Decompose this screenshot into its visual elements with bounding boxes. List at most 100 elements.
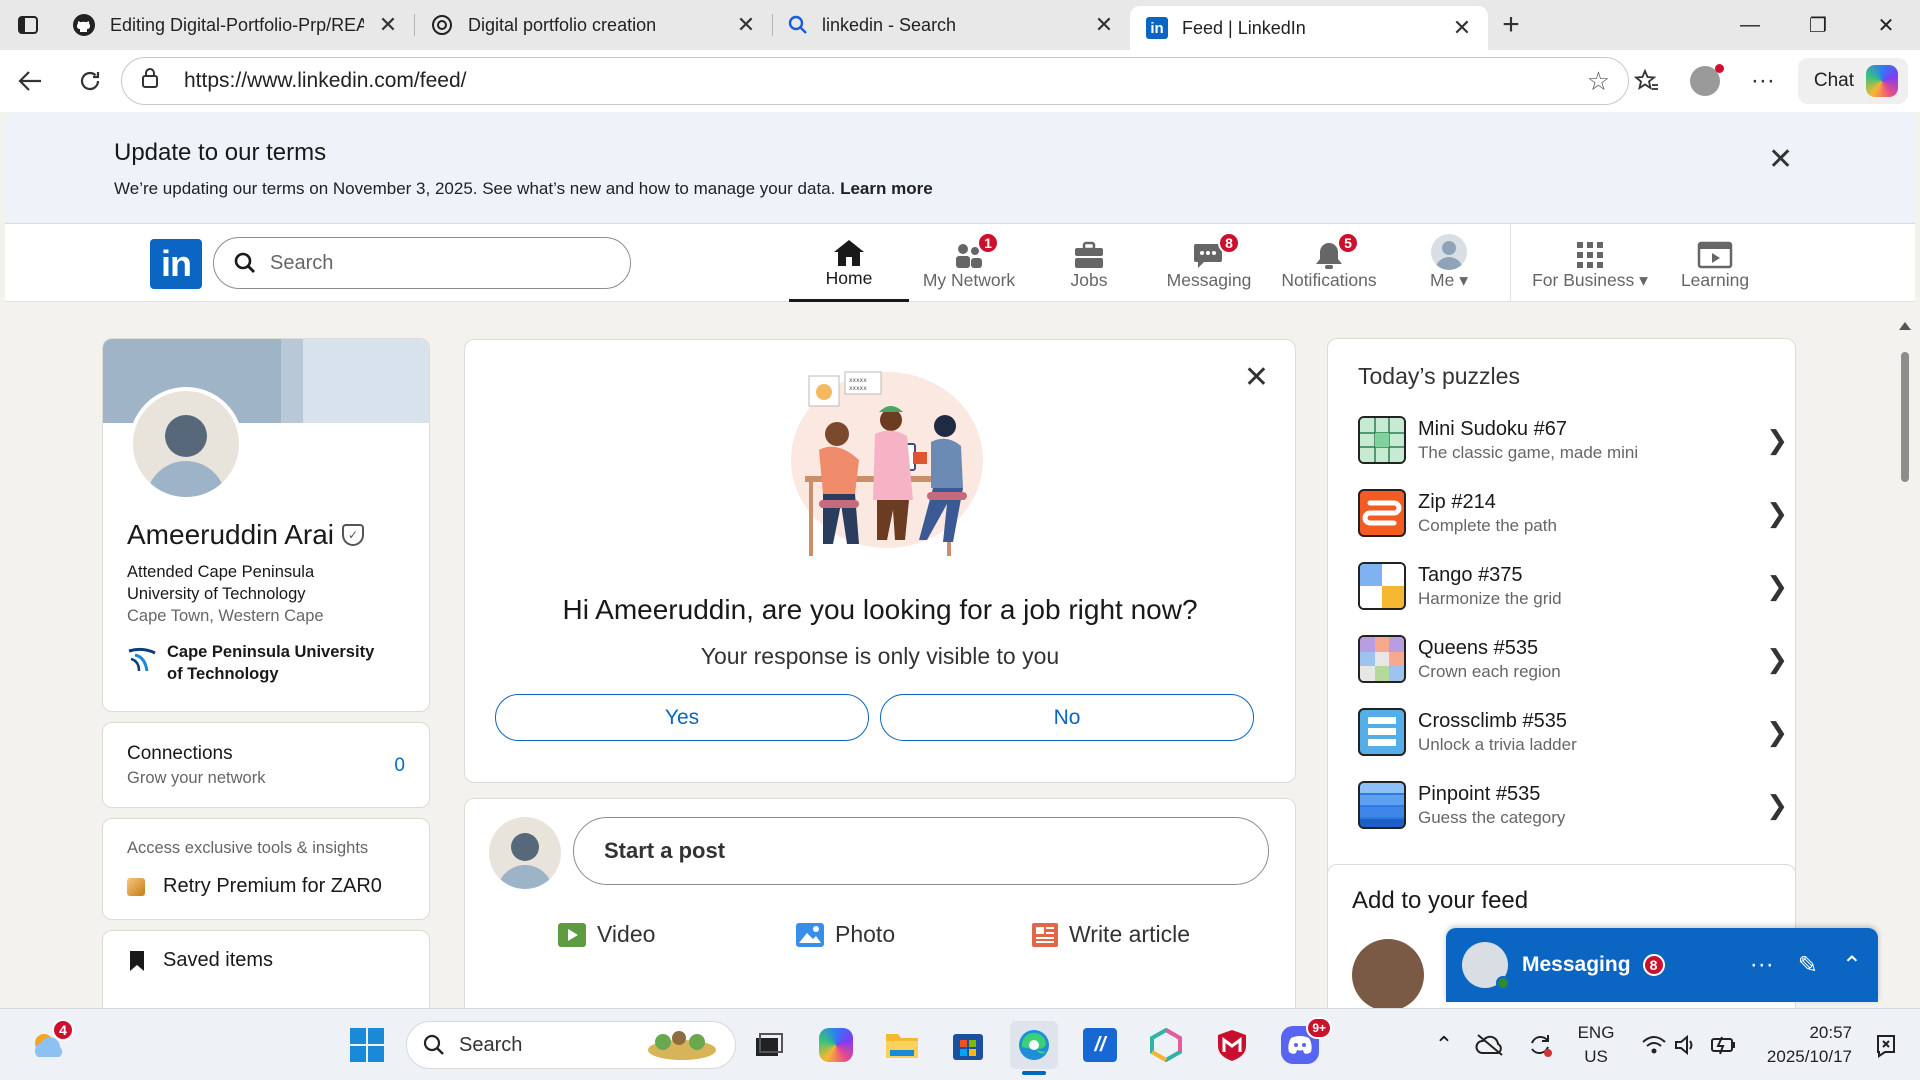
tab-actions-icon[interactable]: [0, 0, 56, 50]
puzzle-item-mini-sudoku[interactable]: Mini Sudoku #67 The classic game, made m…: [1358, 415, 1788, 465]
write-article-button[interactable]: Write article: [1031, 921, 1190, 948]
puzzle-item-queens[interactable]: Queens #535 Crown each region ❯: [1358, 634, 1788, 684]
language-indicator[interactable]: ENG US: [1576, 1021, 1616, 1069]
discord-icon[interactable]: 9+: [1276, 1017, 1332, 1069]
windows-start-icon[interactable]: [343, 1021, 391, 1069]
tab-close-icon[interactable]: ✕: [1094, 12, 1114, 38]
puzzle-item-zip[interactable]: Zip #214 Complete the path ❯: [1358, 488, 1788, 538]
tab-search[interactable]: linkedin - Search ✕: [772, 0, 1130, 50]
lock-icon[interactable]: [140, 67, 166, 95]
favorites-icon[interactable]: [1624, 58, 1670, 104]
file-explorer-icon[interactable]: [878, 1021, 926, 1069]
microsoft-store-icon[interactable]: [944, 1021, 992, 1069]
puzzle-item-pinpoint[interactable]: Pinpoint #535 Guess the category ❯: [1358, 780, 1788, 830]
tab-github[interactable]: Editing Digital-Portfolio-Prp/READ ✕: [56, 0, 414, 50]
organization-name: Cape Peninsula University of Technology: [167, 643, 375, 683]
close-window-icon[interactable]: ✕: [1852, 0, 1920, 50]
nav-jobs[interactable]: Jobs: [1029, 224, 1149, 302]
profile-icon[interactable]: [1682, 58, 1728, 104]
active-app-indicator: [1022, 1071, 1046, 1075]
scrollbar-thumb[interactable]: [1901, 352, 1909, 482]
profile-name-row[interactable]: Ameeruddin Arai ✓: [127, 519, 365, 551]
profile-organization[interactable]: Cape Peninsula University of Technology: [127, 641, 387, 685]
sync-icon[interactable]: [1516, 1021, 1564, 1069]
premium-subtitle: Access exclusive tools & insights: [127, 839, 369, 857]
scroll-up-arrow-icon[interactable]: [1899, 322, 1911, 330]
restore-icon[interactable]: ❐: [1784, 0, 1852, 50]
linkedin-search-input[interactable]: Search: [213, 237, 631, 289]
chevron-up-icon[interactable]: ⌃: [1842, 951, 1862, 980]
refresh-icon[interactable]: [65, 56, 115, 106]
terms-close-icon[interactable]: ✕: [1768, 142, 1793, 177]
task-view-icon[interactable]: [744, 1021, 792, 1069]
nav-my-network[interactable]: 1 My Network: [909, 224, 1029, 302]
video-icon: [558, 922, 586, 947]
edge-browser-icon[interactable]: [1010, 1021, 1058, 1075]
puzzle-name-text: Queens: [1418, 636, 1489, 659]
briefcase-icon: [1072, 236, 1106, 270]
svg-text:xxxxx: xxxxx: [849, 385, 867, 392]
mcafee-icon[interactable]: [1208, 1021, 1256, 1069]
taskbar-clock[interactable]: 20:57 2025/10/17: [1760, 1021, 1852, 1069]
mathworks-icon[interactable]: //: [1076, 1021, 1124, 1069]
puzzle-name: Zip #214: [1418, 491, 1557, 514]
nav-home[interactable]: Home: [789, 224, 909, 302]
app-hexagon-icon[interactable]: [1142, 1021, 1190, 1069]
tab-close-icon[interactable]: ✕: [378, 12, 398, 38]
photo-button[interactable]: Photo: [795, 921, 895, 948]
nav-label: Home: [825, 268, 873, 288]
favorite-star-icon[interactable]: ☆: [1587, 66, 1610, 97]
taskbar-search-input[interactable]: Search: [406, 1021, 736, 1069]
compose-icon[interactable]: ✎: [1798, 951, 1818, 980]
university-logo-icon: [127, 645, 157, 675]
profile-card[interactable]: Ameeruddin Arai ✓ Attended Cape Peninsul…: [102, 338, 430, 712]
messaging-overlay[interactable]: Messaging 8 ··· ✎ ⌃: [1446, 928, 1878, 1002]
premium-card[interactable]: Access exclusive tools & insights Retry …: [102, 818, 430, 920]
new-tab-button[interactable]: +: [1488, 2, 1534, 48]
page-scrollbar[interactable]: [1898, 312, 1912, 1002]
video-button[interactable]: Video: [557, 921, 655, 948]
user-avatar[interactable]: [489, 817, 561, 889]
yes-button[interactable]: Yes: [495, 694, 869, 741]
more-options-icon[interactable]: ···: [1740, 58, 1786, 104]
connections-title: Connections: [127, 743, 233, 764]
dismiss-close-icon[interactable]: ✕: [1244, 360, 1269, 395]
saved-items-card[interactable]: Saved items: [102, 930, 430, 1008]
nav-label: Jobs: [1070, 269, 1108, 290]
minimize-icon[interactable]: —: [1716, 0, 1784, 50]
tab-close-icon[interactable]: ✕: [1452, 15, 1472, 41]
tab-linkedin-feed[interactable]: in Feed | LinkedIn ✕: [1130, 6, 1488, 50]
puzzle-item-tango[interactable]: Tango #375 Harmonize the grid ❯: [1358, 561, 1788, 611]
chat-copilot-button[interactable]: Chat: [1797, 58, 1908, 104]
weather-icon[interactable]: 4: [24, 1019, 74, 1069]
start-post-input[interactable]: Start a post: [573, 817, 1269, 885]
copilot-icon[interactable]: [812, 1021, 860, 1069]
nav-me[interactable]: Me ▾: [1389, 224, 1509, 302]
verified-shield-icon[interactable]: ✓: [342, 524, 365, 546]
profile-avatar[interactable]: [129, 387, 243, 501]
nav-learning[interactable]: Learning: [1660, 224, 1770, 302]
system-tray-expand-icon[interactable]: ⌃: [1420, 1021, 1468, 1069]
premium-cta[interactable]: Retry Premium for ZAR0: [127, 875, 382, 898]
puzzle-desc: Guess the category: [1418, 807, 1566, 827]
address-bar[interactable]: https://www.linkedin.com/feed/ ☆: [121, 57, 1629, 105]
messaging-title: Messaging: [1522, 953, 1631, 976]
more-options-icon[interactable]: ···: [1750, 951, 1774, 980]
search-highlight-icon: [648, 1031, 716, 1060]
no-button[interactable]: No: [880, 694, 1254, 741]
nav-messaging[interactable]: 8 Messaging: [1149, 224, 1269, 302]
nav-for-business[interactable]: For Business ▾: [1520, 224, 1660, 302]
tab-chatgpt[interactable]: Digital portfolio creation ✕: [414, 0, 772, 50]
learn-more-link[interactable]: Learn more: [840, 179, 933, 198]
cloud-offline-icon[interactable]: [1466, 1021, 1514, 1069]
saved-items-link[interactable]: Saved items: [129, 949, 273, 972]
puzzle-item-crossclimb[interactable]: Crossclimb #535 Unlock a trivia ladder ❯: [1358, 707, 1788, 757]
tab-close-icon[interactable]: ✕: [736, 12, 756, 38]
notifications-center-icon[interactable]: [1862, 1021, 1910, 1069]
linkedin-logo[interactable]: in: [150, 239, 202, 289]
battery-charging-icon[interactable]: [1700, 1021, 1748, 1069]
back-icon[interactable]: [5, 56, 55, 106]
connections-card[interactable]: Connections Grow your network 0: [102, 722, 430, 808]
suggested-profile-avatar[interactable]: [1352, 939, 1424, 1008]
nav-notifications[interactable]: 5 Notifications: [1269, 224, 1389, 302]
